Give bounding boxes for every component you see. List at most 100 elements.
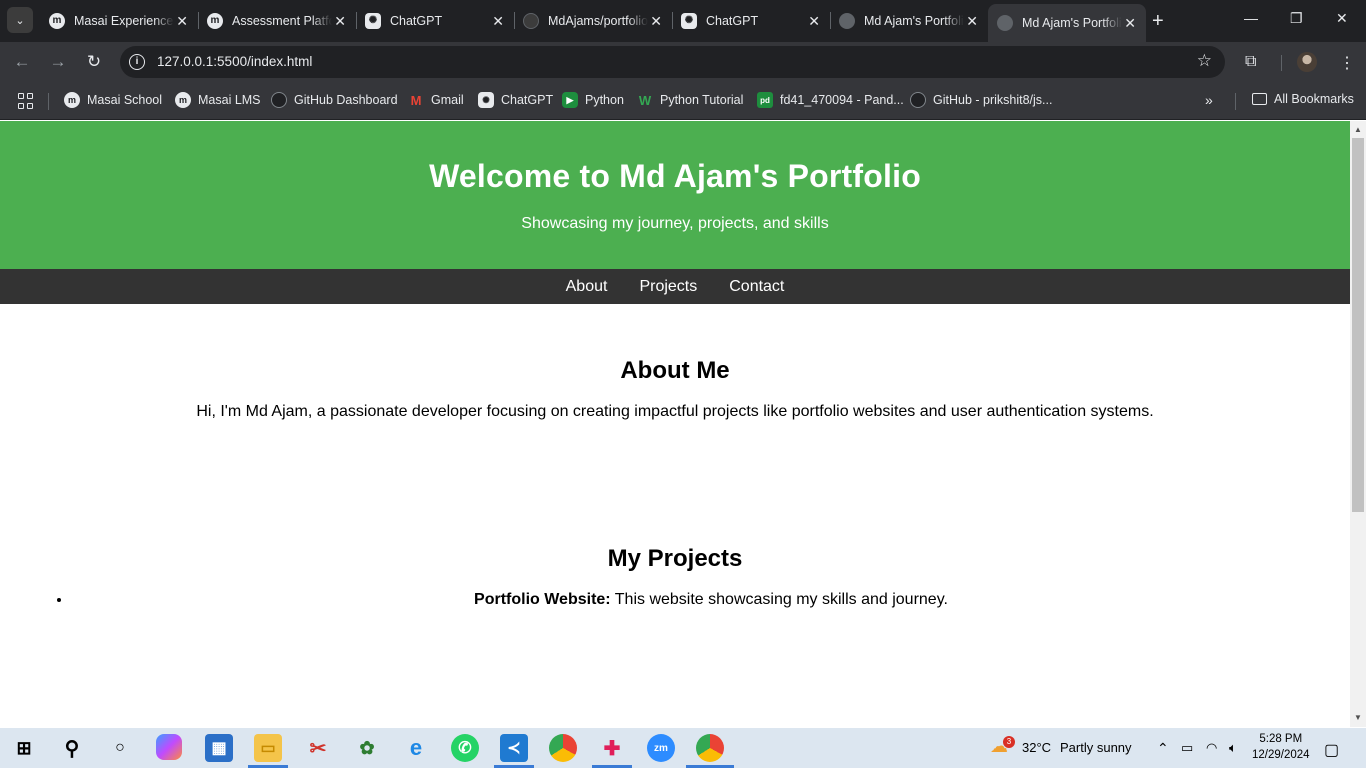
masai-icon: m xyxy=(64,92,80,108)
bookmark-label: ChatGPT xyxy=(501,93,554,107)
close-icon[interactable]: ✕ xyxy=(176,13,188,30)
project-name: Portfolio Website: xyxy=(474,591,611,608)
weather-temp[interactable]: 32°C xyxy=(1022,740,1051,755)
battery-icon[interactable]: ▭ xyxy=(1181,740,1193,756)
microsoft-store-icon[interactable]: ▦ xyxy=(205,734,233,762)
tray-chevron-up-icon[interactable]: ⌃ xyxy=(1157,740,1169,757)
bookmark-github-dashboard[interactable]: GitHub Dashboard xyxy=(271,92,398,108)
new-tab-plus-icon[interactable]: + xyxy=(1152,10,1164,33)
bookmark-masai-lms[interactable]: m Masai LMS xyxy=(175,92,261,108)
bookmark-label: GitHub - prikshit8/js... xyxy=(933,93,1053,107)
about-text: Hi, I'm Md Ajam, a passionate developer … xyxy=(196,403,1154,420)
chatgpt-favicon-icon: ✺ xyxy=(681,12,697,29)
tab-chatgpt[interactable]: ✺ ChatGPT ✕ xyxy=(356,4,514,37)
bookmark-label: fd41_470094 - Pand... xyxy=(780,93,904,107)
cortana-circle-icon[interactable]: ○ xyxy=(106,734,134,762)
project-desc: This website showcasing my skills and jo… xyxy=(610,591,948,608)
scroll-up-arrow-icon[interactable]: ▲ xyxy=(1354,125,1362,134)
globe-favicon-icon xyxy=(997,15,1013,31)
projects-heading: My Projects xyxy=(607,545,743,572)
tab-github-portfolio[interactable]: MdAjams/portfolio ✕ xyxy=(514,4,672,37)
vscode-icon[interactable]: ≺ xyxy=(500,734,528,762)
tab-search-chevron-icon[interactable]: ⌄ xyxy=(7,7,33,33)
slack-icon[interactable]: ✚ xyxy=(598,734,626,762)
bookmark-gmail[interactable]: M Gmail xyxy=(408,92,464,108)
weather-text[interactable]: Partly sunny xyxy=(1060,740,1132,755)
bookmark-masai-school[interactable]: m Masai School xyxy=(64,92,162,108)
tab-portfolio[interactable]: Md Ajam's Portfolio ✕ xyxy=(830,4,988,37)
search-icon[interactable]: ⚲ xyxy=(58,734,86,762)
scroll-down-arrow-icon[interactable]: ▼ xyxy=(1354,713,1362,722)
close-icon[interactable]: ✕ xyxy=(334,13,346,30)
restore-icon[interactable]: ❐ xyxy=(1290,10,1303,27)
bookmarks-divider xyxy=(48,93,49,110)
nav-link-projects[interactable]: Projects xyxy=(639,278,697,296)
bookmarks-overflow-chevron-icon[interactable]: » xyxy=(1205,92,1213,108)
tab-title: ChatGPT xyxy=(390,13,443,28)
github-icon xyxy=(271,92,287,108)
site-info-icon[interactable]: i xyxy=(129,54,145,70)
internet-explorer-icon[interactable]: e xyxy=(402,734,430,762)
close-icon[interactable]: ✕ xyxy=(808,13,820,30)
about-section: About Me Hi, I'm Md Ajam, a passionate d… xyxy=(0,304,1350,421)
nav-link-about[interactable]: About xyxy=(566,278,608,296)
bookmark-label: Gmail xyxy=(431,93,464,107)
bookmark-chatgpt[interactable]: ✺ ChatGPT xyxy=(478,92,553,108)
close-icon[interactable]: ✕ xyxy=(492,13,504,30)
wifi-icon[interactable]: ◠ xyxy=(1206,740,1217,756)
toolbar-divider xyxy=(1281,55,1282,71)
profile-avatar[interactable] xyxy=(1297,52,1317,72)
browser-toolbar: ← → ↻ i 127.0.0.1:5500/index.html ☆ ⧉ ⋮ xyxy=(0,42,1366,82)
chrome-icon[interactable] xyxy=(549,734,577,762)
game-app-icon[interactable]: ✿ xyxy=(353,734,381,762)
reload-icon[interactable]: ↻ xyxy=(82,50,106,74)
all-bookmarks-folder[interactable]: All Bookmarks xyxy=(1252,92,1354,106)
tab-assessment-platform[interactable]: m Assessment Platform ✕ xyxy=(198,4,356,37)
clock-time: 5:28 PM xyxy=(1259,733,1303,745)
tab-chatgpt-2[interactable]: ✺ ChatGPT ✕ xyxy=(672,4,830,37)
whatsapp-icon[interactable]: ✆ xyxy=(451,734,479,762)
tab-portfolio-active[interactable]: Md Ajam's Portfolio ✕ xyxy=(988,4,1146,42)
address-url[interactable]: 127.0.0.1:5500/index.html xyxy=(157,54,312,69)
page-scrollbar[interactable]: ▲ ▼ xyxy=(1350,121,1366,727)
bookmark-python-tutorial[interactable]: W Python Tutorial xyxy=(637,92,744,108)
apps-grid-icon[interactable] xyxy=(18,93,34,109)
bookmark-label: Masai School xyxy=(87,93,163,107)
chrome-profile-icon[interactable] xyxy=(696,734,724,762)
tab-title: Masai Experience xyxy=(74,13,174,28)
close-icon[interactable]: ✕ xyxy=(650,13,662,30)
bookmark-pandas[interactable]: pd fd41_470094 - Pand... xyxy=(757,92,904,108)
bookmark-label: Python Tutorial xyxy=(660,93,744,107)
page-viewport: Welcome to Md Ajam's Portfolio Showcasin… xyxy=(0,121,1350,727)
nav-link-contact[interactable]: Contact xyxy=(729,278,784,296)
close-icon[interactable]: ✕ xyxy=(966,13,978,30)
close-icon[interactable]: ✕ xyxy=(1124,15,1136,32)
bookmark-github-prikshit[interactable]: GitHub - prikshit8/js... xyxy=(910,92,1052,108)
extensions-puzzle-icon[interactable]: ⧉ xyxy=(1245,53,1256,71)
system-clock[interactable]: 5:28 PM 12/29/2024 xyxy=(1252,731,1310,763)
snipping-tool-icon[interactable]: ✂ xyxy=(304,734,332,762)
copilot-icon[interactable] xyxy=(156,734,182,760)
bookmarks-divider xyxy=(1235,93,1236,110)
scrollbar-thumb[interactable] xyxy=(1352,138,1364,512)
windows-start-icon[interactable]: ⊞ xyxy=(10,734,38,762)
window-close-icon[interactable]: ✕ xyxy=(1336,10,1348,27)
menu-kebab-icon[interactable]: ⋮ xyxy=(1339,53,1355,73)
bookmark-python[interactable]: ▶ Python xyxy=(562,92,624,108)
bookmark-label: Python xyxy=(585,93,624,107)
forward-arrow-icon[interactable]: → xyxy=(46,50,70,74)
address-bar[interactable]: i 127.0.0.1:5500/index.html ☆ xyxy=(120,46,1225,78)
pandas-icon: pd xyxy=(757,92,773,108)
tab-title: Md Ajam's Portfolio xyxy=(864,13,964,28)
file-explorer-icon[interactable]: ▭ xyxy=(254,734,282,762)
chatgpt-icon: ✺ xyxy=(478,92,494,108)
back-arrow-icon[interactable]: ← xyxy=(10,50,34,74)
gmail-icon: M xyxy=(410,92,422,108)
bookmark-star-icon[interactable]: ☆ xyxy=(1197,51,1212,71)
minimize-icon[interactable]: — xyxy=(1244,10,1258,26)
notifications-icon[interactable]: ▢ xyxy=(1324,740,1339,760)
zoom-icon[interactable]: zm xyxy=(647,734,675,762)
tab-masai-experience[interactable]: m Masai Experience ✕ xyxy=(40,4,198,37)
folder-icon xyxy=(1252,93,1267,105)
volume-icon[interactable]: 🔈︎ xyxy=(1229,740,1237,756)
